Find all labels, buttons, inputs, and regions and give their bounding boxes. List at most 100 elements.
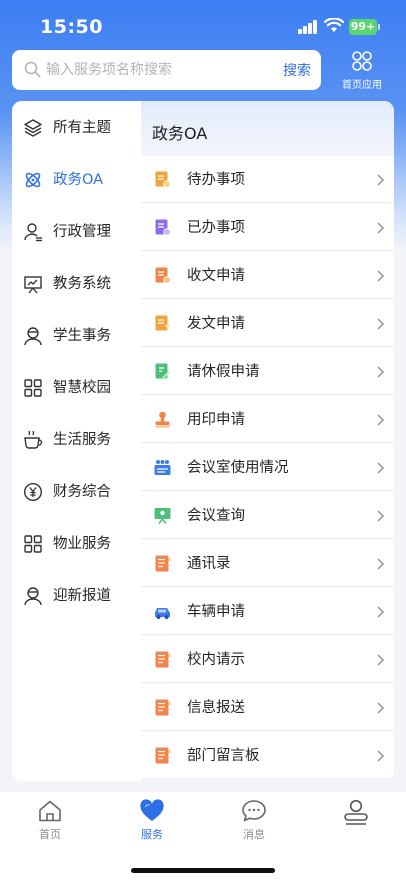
service-row-receive-doc[interactable]: 收文申请 (141, 252, 394, 299)
chevron-right-icon (377, 222, 384, 234)
service-row-info-report[interactable]: 信息报送 (141, 684, 394, 731)
service-row-meeting-room[interactable]: 会议室使用情况 (141, 444, 394, 491)
service-row-contacts[interactable]: 通讯录 (141, 540, 394, 587)
signal-icon (298, 20, 318, 34)
sidebar-item-label: 学生事务 (53, 328, 111, 344)
atom-icon (25, 172, 41, 188)
search-bar: 搜索 (12, 50, 321, 90)
sidebar-item-admin[interactable]: 行政管理 (12, 212, 141, 252)
home-icon (39, 800, 61, 822)
search-button[interactable]: 搜索 (283, 60, 311, 80)
category-sidebar: 所有主题 政务OA 行政管理 教务系统 学生事务 智慧校园 生活服务 财务综合 … (12, 101, 141, 781)
student-icon (24, 327, 42, 346)
service-row-label: 请休假申请 (187, 364, 260, 380)
service-row-leave[interactable]: 请休假申请 (141, 348, 394, 395)
service-row-send-doc[interactable]: 发文申请 (141, 300, 394, 347)
service-row-label: 收文申请 (187, 268, 245, 284)
status-bar: 15:50 99+ (0, 0, 406, 50)
service-row-label: 已办事项 (187, 220, 245, 236)
chevron-right-icon (377, 462, 384, 474)
chevron-right-icon (377, 270, 384, 282)
chevron-right-icon (377, 318, 384, 330)
sidebar-item-freshman[interactable]: 迎新报道 (12, 576, 141, 616)
todo-doc-icon (155, 171, 171, 188)
service-list-pane: 政务OA 待办事项 已办事项 收文申请 发文申请 请休假申请 用印申请 会议室使… (141, 101, 394, 781)
service-row-stamp[interactable]: 用印申请 (141, 396, 394, 443)
chevron-right-icon (377, 414, 384, 426)
report-doc-icon (155, 699, 171, 716)
sidebar-item-academic[interactable]: 教务系统 (12, 264, 141, 304)
service-row-meeting-query[interactable]: 会议查询 (141, 492, 394, 539)
service-row-vehicle[interactable]: 车辆申请 (141, 588, 394, 635)
service-row-label: 部门留言板 (187, 748, 260, 764)
sidebar-item-label: 政务OA (53, 172, 104, 188)
section-title: 政务OA (152, 124, 208, 143)
chat-icon (242, 800, 266, 822)
sidebar-item-label: 迎新报道 (53, 588, 111, 604)
sidebar-item-label: 生活服务 (53, 432, 111, 448)
search-icon (24, 61, 41, 78)
tab-profile[interactable] (316, 792, 396, 852)
tab-services[interactable]: 服务 (112, 792, 192, 852)
presentation-icon (154, 508, 171, 524)
chevron-right-icon (377, 174, 384, 186)
service-row-todo[interactable]: 待办事项 (141, 156, 394, 203)
service-row-message-board[interactable]: 部门留言板 (141, 732, 394, 779)
tab-label: 服务 (141, 828, 163, 841)
user-badge-icon (24, 223, 42, 242)
yen-icon (23, 482, 43, 502)
chevron-right-icon (377, 510, 384, 522)
layers-icon (24, 119, 42, 137)
sidebar-item-label: 物业服务 (53, 536, 111, 552)
service-panel: 所有主题 政务OA 行政管理 教务系统 学生事务 智慧校园 生活服务 财务综合 … (12, 101, 394, 781)
message-board-icon (155, 747, 171, 764)
service-row-label: 会议室使用情况 (187, 460, 289, 476)
service-row-done[interactable]: 已办事项 (141, 204, 394, 251)
meeting-room-icon (154, 460, 171, 475)
chevron-right-icon (377, 366, 384, 378)
contacts-icon (155, 555, 171, 572)
user-icon (344, 799, 368, 825)
sidebar-item-student-affairs[interactable]: 学生事务 (12, 316, 141, 356)
sidebar-item-life-services[interactable]: 生活服务 (12, 420, 141, 460)
service-row-label: 信息报送 (187, 700, 245, 716)
service-row-internal-request[interactable]: 校内请示 (141, 636, 394, 683)
sidebar-item-finance[interactable]: 财务综合 (12, 472, 141, 512)
home-indicator (131, 868, 275, 873)
sidebar-item-property[interactable]: 物业服务 (12, 524, 141, 564)
sidebar-item-oa[interactable]: 政务OA (12, 160, 141, 200)
sidebar-item-all-topics[interactable]: 所有主题 (12, 108, 141, 148)
car-icon (155, 608, 170, 619)
apps-icon (24, 535, 42, 553)
service-row-label: 用印申请 (187, 412, 245, 428)
sidebar-item-label: 所有主题 (53, 120, 111, 136)
receive-doc-icon (155, 267, 171, 284)
heart-icon (140, 799, 164, 821)
home-apps-button[interactable]: 首页应用 (332, 50, 392, 91)
sidebar-item-label: 智慧校园 (53, 380, 111, 396)
chevron-right-icon (377, 558, 384, 570)
sidebar-item-label: 财务综合 (53, 484, 111, 500)
stamp-icon (155, 411, 170, 428)
service-row-label: 校内请示 (187, 652, 245, 668)
student-icon (24, 587, 42, 606)
service-row-label: 发文申请 (187, 316, 245, 332)
search-input[interactable] (46, 50, 276, 90)
service-list: 待办事项 已办事项 收文申请 发文申请 请休假申请 用印申请 会议室使用情况 会… (141, 156, 394, 781)
chevron-right-icon (377, 702, 384, 714)
sidebar-item-smart-campus[interactable]: 智慧校园 (12, 368, 141, 408)
leave-doc-icon (155, 363, 170, 379)
chevron-right-icon (377, 606, 384, 618)
apps-icon (24, 379, 42, 397)
sidebar-item-label: 行政管理 (53, 224, 111, 240)
done-doc-icon (155, 219, 171, 236)
chevron-right-icon (377, 654, 384, 666)
battery-indicator: 99+ (349, 19, 380, 35)
grid-icon (352, 51, 372, 71)
service-row-label: 会议查询 (187, 508, 245, 524)
service-row-label: 车辆申请 (187, 604, 245, 620)
chevron-right-icon (377, 750, 384, 762)
tab-messages[interactable]: 消息 (214, 792, 294, 852)
request-doc-icon (155, 651, 171, 668)
tab-home[interactable]: 首页 (10, 792, 90, 852)
